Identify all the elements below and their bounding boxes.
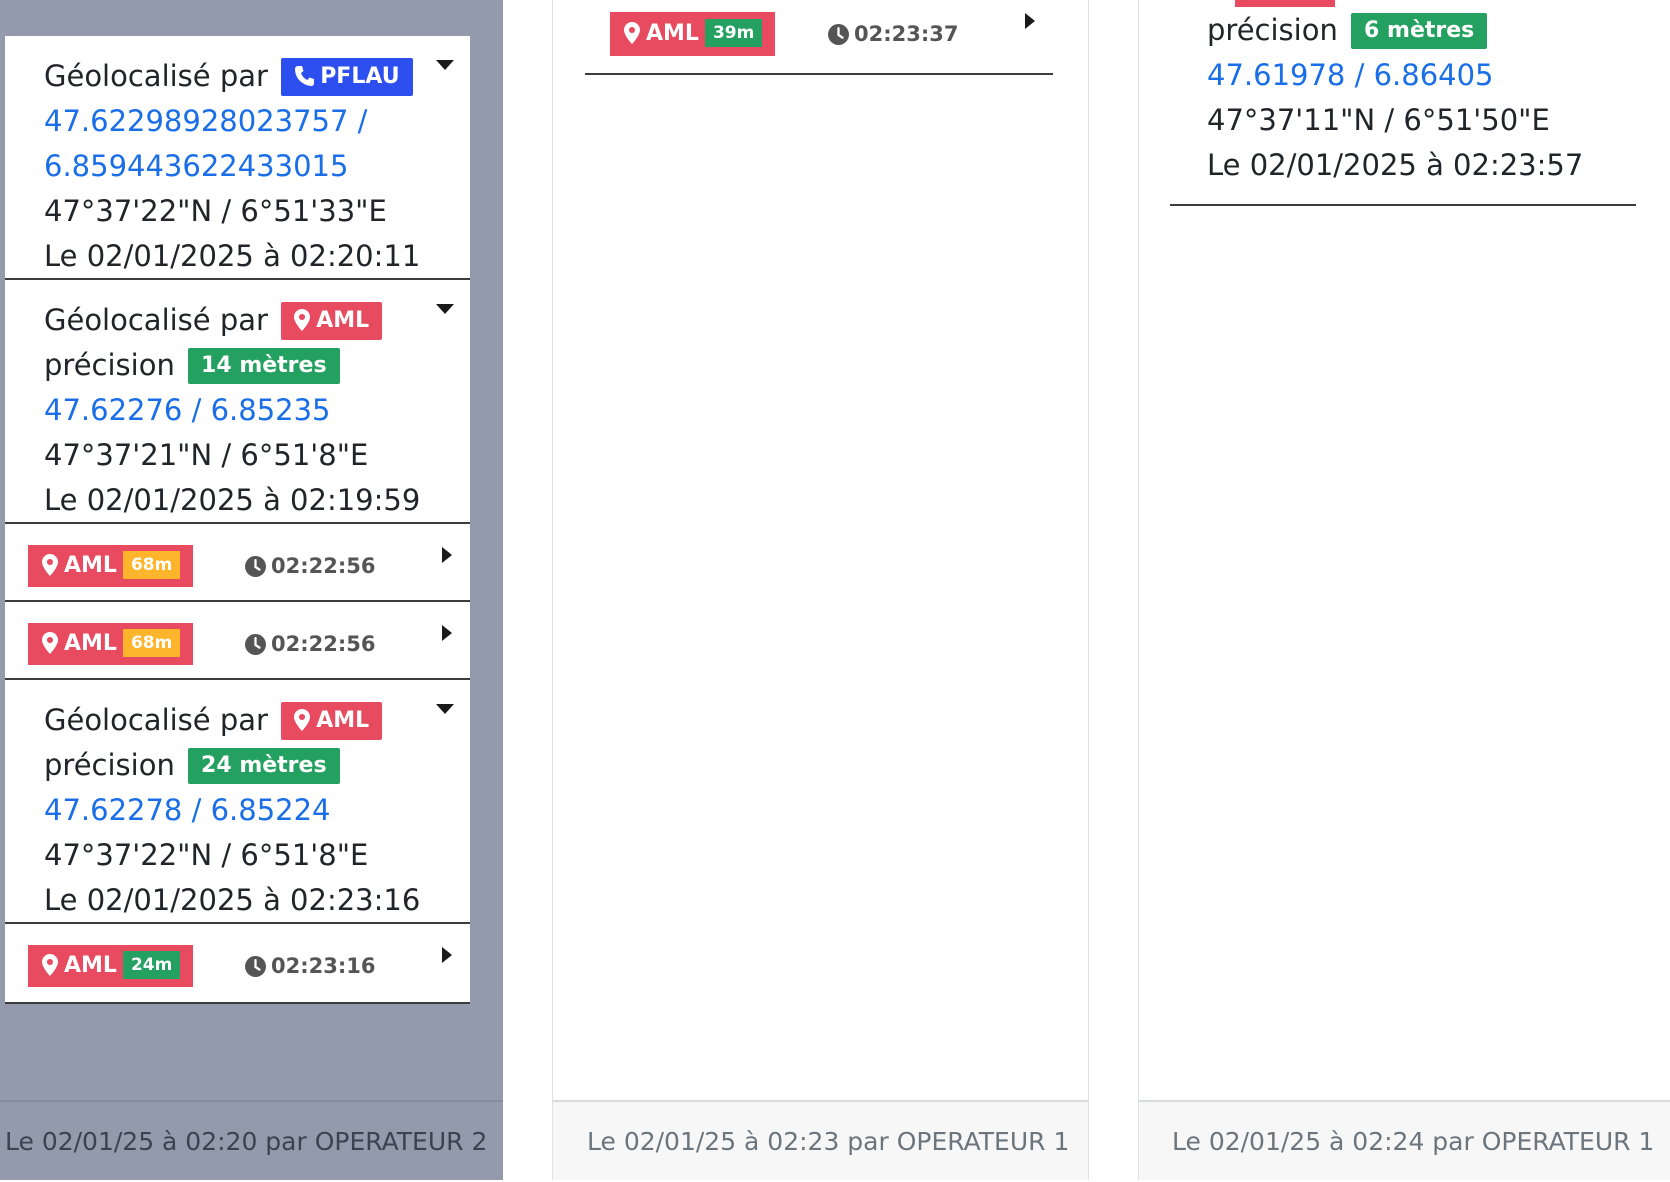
- aml-source-chip: AML 24m: [28, 945, 194, 987]
- geolocation-date: Le 02/01/2025 à 02:19:59: [44, 483, 421, 517]
- geolocation-list: Géolocalisé par PFLAU 47.62298928023757 …: [5, 36, 470, 1004]
- dms-coordinates: 47°37'21"N / 6°51'8"E: [44, 438, 369, 472]
- source-label: AML: [316, 708, 370, 733]
- clock-icon: [245, 956, 266, 977]
- geolocation-panel-1: Géolocalisé par PFLAU 47.62298928023757 …: [0, 0, 503, 1180]
- map-pin-icon: [294, 709, 311, 731]
- entry-time: 02:23:37: [828, 12, 958, 56]
- source-label: AML: [316, 308, 370, 333]
- source-label: AML: [64, 631, 117, 656]
- geolocation-entry-expanded[interactable]: Géolocalisé par AML précision 14 mètres …: [5, 280, 470, 524]
- time-text: 02:23:16: [271, 954, 376, 978]
- coordinates-link[interactable]: 47.61978 / 6.86405: [1207, 53, 1636, 98]
- precision-badge: 24 mètres: [188, 748, 340, 784]
- precision-badge: 14 mètres: [188, 348, 340, 384]
- expand-caret-icon[interactable]: [442, 625, 452, 641]
- phone-icon: [295, 66, 315, 86]
- clock-icon: [245, 634, 266, 655]
- geolocation-panel-2: AML 39m 02:23:37 Le 02/01/25 à 02:23 par …: [552, 0, 1089, 1180]
- geolocation-entry-collapsed[interactable]: AML 24m 02:23:16: [5, 924, 470, 1004]
- panel-footer: Le 02/01/25 à 02:20 par OPERATEUR 2: [0, 1100, 503, 1180]
- aml-source-badge: AML: [281, 702, 383, 740]
- coordinates-link[interactable]: 47.62276 / 6.85235: [44, 388, 470, 433]
- collapse-caret-icon[interactable]: [436, 704, 454, 714]
- dms-coordinates: 47°37'22"N / 6°51'8"E: [44, 838, 369, 872]
- entry-time: 02:23:16: [245, 945, 375, 987]
- aml-source-chip: AML 68m: [28, 623, 194, 665]
- precision-label: précision: [1207, 13, 1338, 47]
- precision-line: précision 24 mètres: [44, 743, 470, 788]
- geolocation-date: Le 02/01/2025 à 02:23:57: [1207, 148, 1584, 182]
- source-label: AML: [646, 21, 699, 46]
- panel-footer: Le 02/01/25 à 02:24 par OPERATEUR 1: [1139, 1100, 1670, 1180]
- collapse-caret-icon[interactable]: [436, 304, 454, 314]
- aml-source-badge: AML: [281, 302, 383, 340]
- geolocation-entry-expanded[interactable]: Géolocalisé par AML précision 24 mètres …: [5, 680, 470, 924]
- clock-icon: [245, 556, 266, 577]
- dms-coordinates: 47°37'22"N / 6°51'33"E: [44, 194, 387, 228]
- collapse-caret-icon[interactable]: [436, 60, 454, 70]
- geolocation-entry-collapsed[interactable]: AML 68m 02:22:56: [5, 602, 470, 680]
- time-text: 02:23:37: [854, 22, 959, 46]
- precision-label: précision: [44, 748, 175, 782]
- precision-label: précision: [44, 348, 175, 382]
- geolocation-entry-expanded[interactable]: Géolocalisé par PFLAU 47.62298928023757 …: [5, 36, 470, 280]
- time-text: 02:22:56: [271, 632, 376, 656]
- map-pin-icon: [42, 954, 58, 976]
- source-label: AML: [64, 553, 117, 578]
- aml-source-chip: AML 68m: [28, 545, 194, 587]
- source-label: AML: [64, 953, 117, 978]
- coordinates-link[interactable]: 47.62298928023757 / 6.859443622433015: [44, 99, 470, 189]
- precision-mini-badge: 24m: [122, 951, 181, 979]
- latitude-text: 47.62298928023757 /: [44, 104, 368, 138]
- aml-source-chip: AML 39m: [610, 12, 776, 56]
- expand-caret-icon[interactable]: [442, 947, 452, 963]
- map-pin-icon: [42, 554, 58, 576]
- geolocated-by-label: Géolocalisé par: [44, 703, 268, 737]
- expand-caret-icon[interactable]: [442, 547, 452, 563]
- time-text: 02:22:56: [271, 554, 376, 578]
- pflau-source-badge: PFLAU: [281, 58, 413, 96]
- geolocated-by-label: Géolocalisé par: [44, 303, 268, 337]
- coordinates-link[interactable]: 47.62278 / 6.85224: [44, 788, 470, 833]
- panel-footer: Le 02/01/25 à 02:23 par OPERATEUR 1: [553, 1100, 1088, 1180]
- geolocation-date: Le 02/01/2025 à 02:23:16: [44, 883, 421, 917]
- precision-mini-badge: 39m: [704, 19, 763, 47]
- geolocated-by-label: Géolocalisé par: [44, 59, 268, 93]
- geolocation-entry-collapsed[interactable]: AML 68m 02:22:56: [5, 524, 470, 602]
- map-pin-icon: [294, 309, 311, 331]
- map-pin-icon: [42, 632, 58, 654]
- geolocation-entry-collapsed[interactable]: AML 39m 02:23:37: [585, 0, 1053, 75]
- geolocation-panel-3: précision 6 mètres 47.61978 / 6.86405 47…: [1138, 0, 1670, 1180]
- source-label: PFLAU: [320, 64, 400, 89]
- dms-coordinates: 47°37'11"N / 6°51'50"E: [1207, 103, 1550, 137]
- precision-badge: 6 mètres: [1351, 13, 1488, 49]
- precision-line: précision 6 mètres: [1207, 8, 1636, 53]
- entry-time: 02:22:56: [245, 545, 375, 587]
- entry-time: 02:22:56: [245, 623, 375, 665]
- aml-source-badge-cut: [1235, 0, 1335, 7]
- longitude-text: 6.859443622433015: [44, 149, 349, 183]
- map-pin-icon: [624, 22, 640, 44]
- precision-mini-badge: 68m: [122, 629, 181, 657]
- geolocation-source-line: Géolocalisé par PFLAU: [44, 54, 470, 99]
- geolocation-source-line: Géolocalisé par AML: [44, 298, 470, 343]
- geolocation-entry-expanded[interactable]: précision 6 mètres 47.61978 / 6.86405 47…: [1170, 8, 1636, 206]
- clock-icon: [828, 24, 849, 45]
- geolocation-source-line: Géolocalisé par AML: [44, 698, 470, 743]
- expand-caret-icon[interactable]: [1025, 13, 1035, 29]
- precision-line: précision 14 mètres: [44, 343, 470, 388]
- precision-mini-badge: 68m: [122, 551, 181, 579]
- geolocation-date: Le 02/01/2025 à 02:20:11: [44, 239, 421, 273]
